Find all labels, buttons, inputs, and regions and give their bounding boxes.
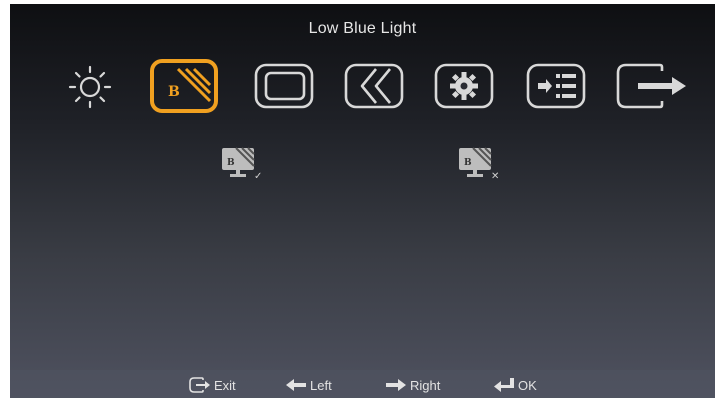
left-arrow-icon	[284, 376, 308, 394]
osd-menu: Low Blue Light B B ✓ B ✕ Exit Left Right…	[10, 4, 715, 398]
enter-icon	[492, 376, 516, 394]
exit-hint-label: Exit	[214, 377, 236, 393]
off-option-glyph: B	[464, 158, 472, 168]
footer-hint-bar: Exit Left Right OK	[10, 370, 715, 398]
low-blue-light-icon[interactable]: B	[144, 59, 224, 129]
selected-icon-glyph: B	[168, 84, 180, 100]
on-option-glyph: B	[227, 158, 235, 168]
menu-title: Low Blue Light	[308, 20, 417, 37]
brightness-icon[interactable]	[50, 59, 130, 129]
left-hint-label: Left	[310, 377, 332, 393]
low-blue-light-off-icon[interactable]: B ✕	[457, 146, 507, 182]
exit-hint-icon	[188, 376, 212, 394]
left-hint[interactable]: Left	[284, 375, 332, 395]
exit-icon[interactable]	[610, 59, 690, 129]
input-signal-icon[interactable]	[516, 59, 596, 129]
exit-hint[interactable]: Exit	[188, 375, 236, 395]
image-properties-icon[interactable]	[242, 59, 322, 129]
check-mark-icon: ✓	[254, 171, 262, 182]
options-icon[interactable]	[424, 59, 504, 129]
right-arrow-icon	[384, 376, 408, 394]
ok-hint-label: OK	[518, 377, 537, 393]
menu-icon-bar: B	[10, 59, 715, 129]
ok-hint[interactable]: OK	[492, 375, 537, 395]
right-hint-label: Right	[410, 377, 441, 393]
low-blue-light-on-icon[interactable]: B ✓	[220, 146, 270, 182]
right-hint[interactable]: Right	[384, 375, 440, 395]
x-mark-icon: ✕	[491, 171, 499, 182]
image-setup-icon[interactable]	[332, 59, 412, 129]
